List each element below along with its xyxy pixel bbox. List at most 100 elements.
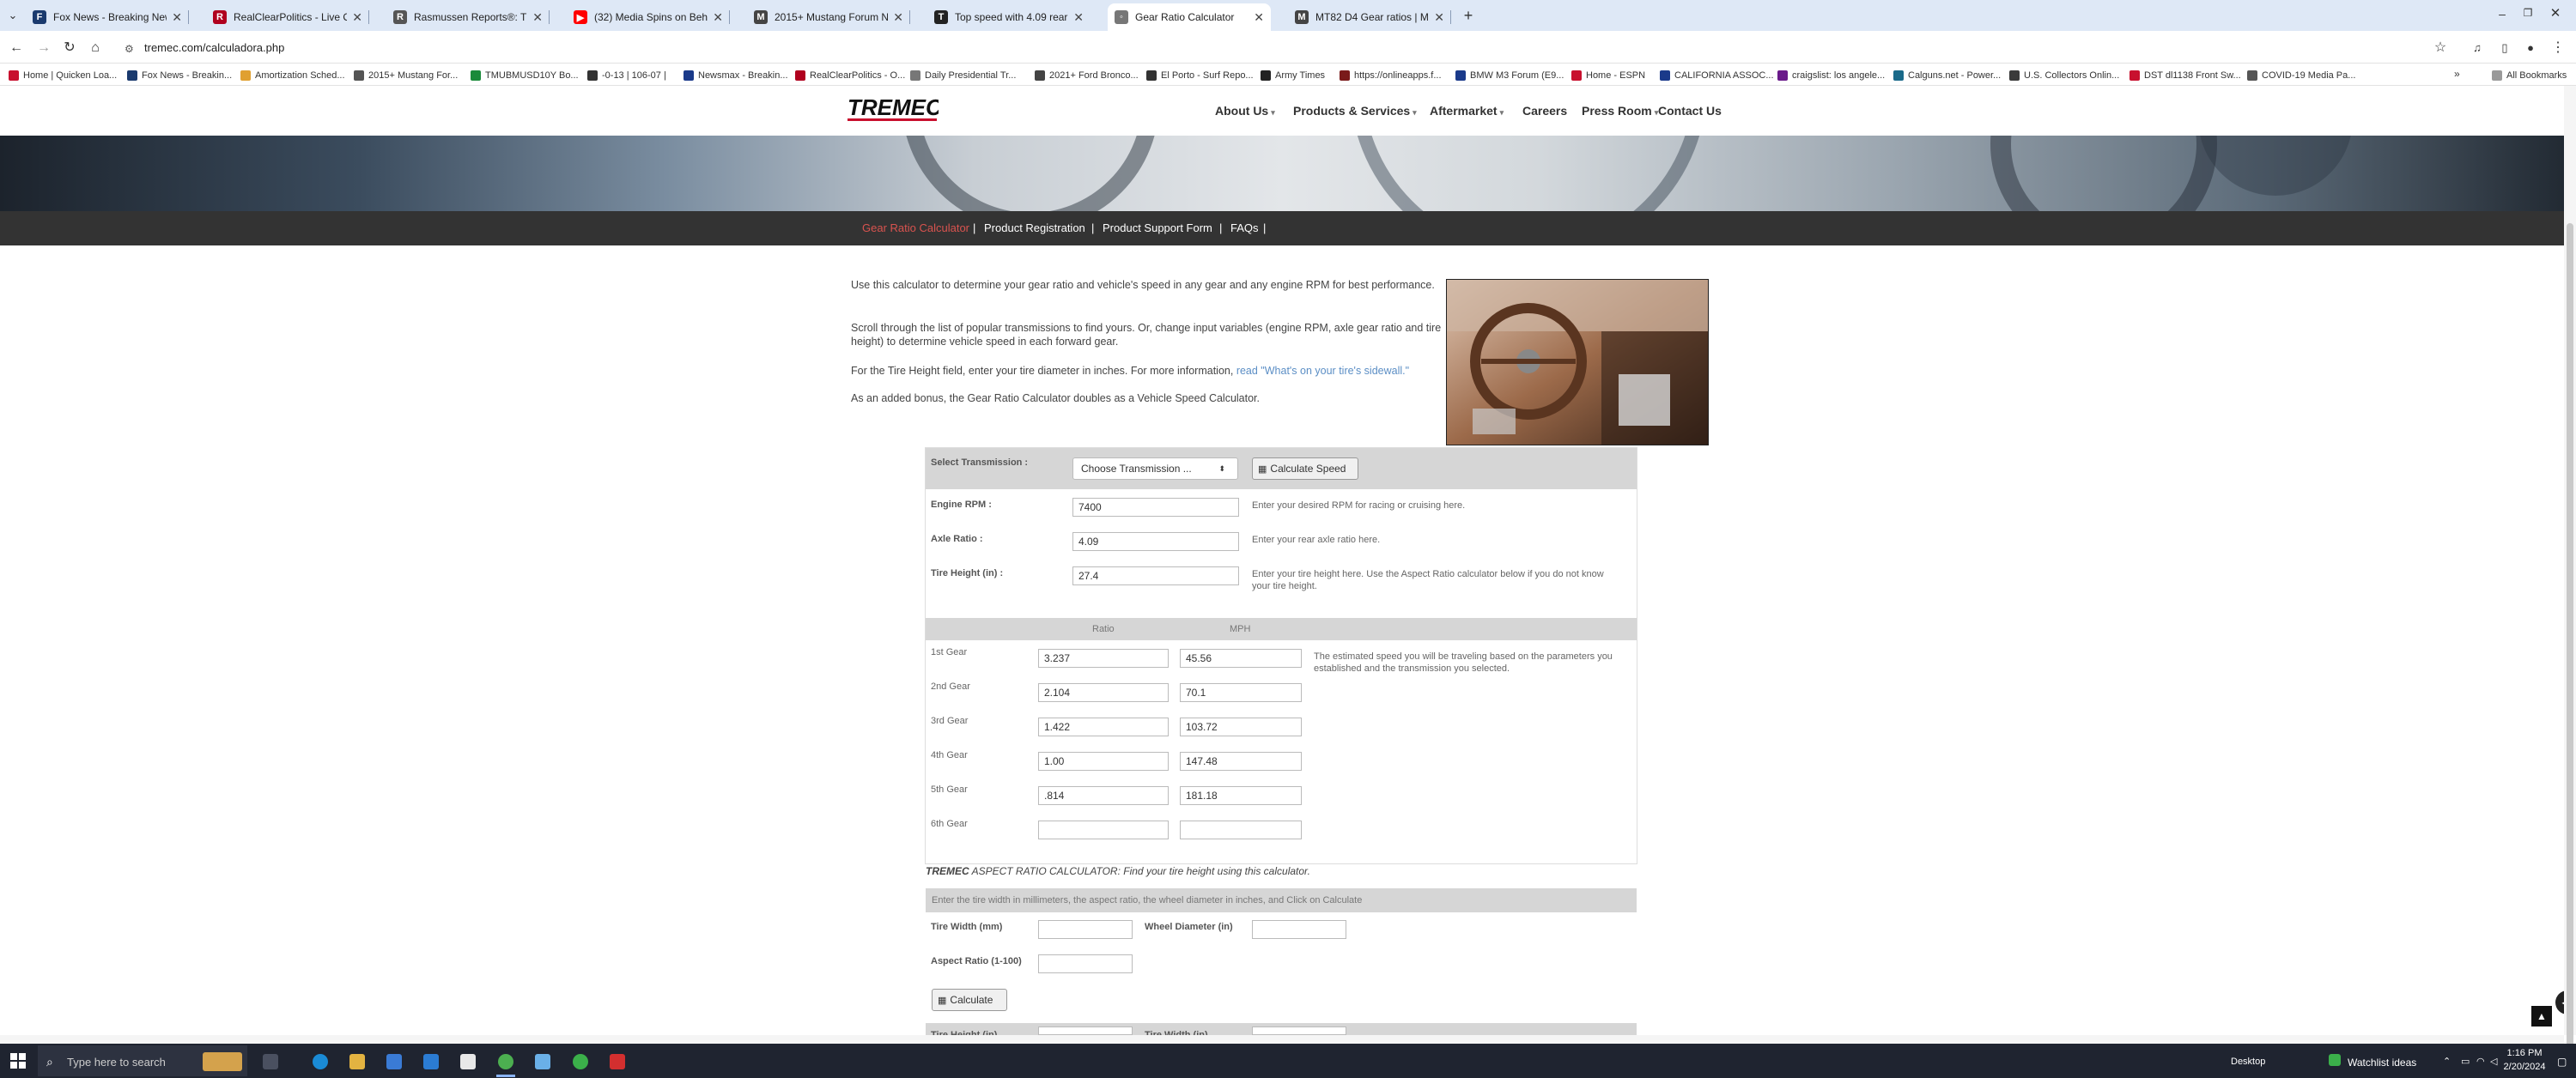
tab-close-icon[interactable]: ✕: [893, 10, 903, 25]
browser-tab[interactable]: ◦ Gear Ratio Calculator ✕: [1108, 3, 1271, 31]
subnav-link[interactable]: FAQs: [1230, 221, 1259, 234]
tire-width-input[interactable]: [1038, 920, 1133, 939]
gear-ratio-input[interactable]: .814: [1038, 786, 1169, 805]
bookmark-item[interactable]: Home | Quicken Loa...: [9, 68, 117, 83]
maximize-button[interactable]: ❐: [2519, 7, 2537, 24]
bookmark-item[interactable]: U.S. Collectors Onlin...: [2009, 68, 2119, 83]
media-control-icon[interactable]: ♫: [2468, 39, 2487, 58]
bookmark-item[interactable]: RealClearPolitics - O...: [795, 68, 905, 83]
forward-arrow-icon[interactable]: →: [34, 39, 53, 58]
sidewall-link[interactable]: read "What's on your tire's sidewall.": [1236, 365, 1409, 377]
bookmark-item[interactable]: Calguns.net - Power...: [1893, 68, 2001, 83]
nav-item[interactable]: Press Room ▾: [1582, 104, 1658, 118]
subnav-link[interactable]: Product Registration: [984, 221, 1085, 234]
bookmark-item[interactable]: 2015+ Mustang For...: [354, 68, 458, 83]
gear-ratio-input[interactable]: [1038, 821, 1169, 839]
clock-date[interactable]: 2/20/2024: [2499, 1062, 2550, 1072]
messaging-icon[interactable]: [573, 1054, 588, 1069]
tab-close-icon[interactable]: ✕: [352, 10, 362, 25]
scrollbar-thumb[interactable]: [2567, 223, 2573, 1078]
nav-item[interactable]: Aftermarket ▾: [1430, 104, 1504, 118]
bookmark-item[interactable]: Home - ESPN: [1571, 68, 1645, 83]
browser-menu-icon[interactable]: ⋮: [2549, 39, 2567, 58]
bookmark-item[interactable]: 2021+ Ford Bronco...: [1035, 68, 1139, 83]
wifi-icon[interactable]: ◠: [2476, 1056, 2485, 1067]
horizontal-scrollbar[interactable]: [0, 1035, 2564, 1044]
calculate-speed-button[interactable]: ▦ Calculate Speed: [1252, 457, 1358, 480]
clock-time[interactable]: 1:16 PM: [2499, 1048, 2550, 1058]
bookmarks-overflow-icon[interactable]: »: [2454, 68, 2460, 80]
browser-tab[interactable]: R Rasmussen Reports®: The Mo ✕: [386, 3, 550, 31]
bookmark-item[interactable]: COVID-19 Media Pa...: [2247, 68, 2355, 83]
bookmark-item[interactable]: Army Times: [1261, 68, 1325, 83]
watchlist-label[interactable]: Watchlist ideas: [2348, 1057, 2416, 1069]
notification-icon[interactable]: ▢: [2557, 1056, 2567, 1068]
reload-icon[interactable]: ↻: [60, 39, 79, 58]
engine-rpm-input[interactable]: 7400: [1072, 498, 1239, 517]
browser-tab[interactable]: T Top speed with 4.09 rear gear a ✕: [927, 3, 1091, 31]
scroll-to-top-button[interactable]: ▲: [2531, 1006, 2552, 1027]
gear-ratio-input[interactable]: 1.00: [1038, 752, 1169, 771]
bookmark-item[interactable]: https://onlineapps.f...: [1340, 68, 1442, 83]
browser-tab[interactable]: F Fox News - Breaking News Upd ✕: [26, 3, 189, 31]
bookmark-star-icon[interactable]: ☆: [2431, 39, 2450, 58]
wheel-diameter-input[interactable]: [1252, 920, 1346, 939]
desktop-label[interactable]: Desktop: [2231, 1057, 2265, 1067]
home-icon[interactable]: ⌂: [86, 39, 105, 58]
axle-ratio-input[interactable]: 4.09: [1072, 532, 1239, 551]
tab-close-icon[interactable]: ✕: [713, 10, 723, 25]
browser-tab[interactable]: M 2015+ Mustang Forum News S ✕: [747, 3, 910, 31]
windows-start-icon[interactable]: [10, 1053, 26, 1069]
all-bookmarks-button[interactable]: All Bookmarks: [2492, 68, 2567, 83]
gear-ratio-input[interactable]: 1.422: [1038, 718, 1169, 736]
browser-tab[interactable]: M MT82 D4 Gear ratios | Mustang ✕: [1288, 3, 1451, 31]
gear-ratio-input[interactable]: 2.104: [1038, 683, 1169, 702]
bookmark-item[interactable]: BMW M3 Forum (E9...: [1455, 68, 1564, 83]
tremec-logo[interactable]: TREMEC: [846, 93, 943, 124]
chrome-icon[interactable]: [498, 1054, 513, 1069]
network-icon[interactable]: ▭: [2461, 1056, 2470, 1067]
file-explorer-icon[interactable]: [349, 1054, 365, 1069]
browser-tab[interactable]: ▶ (32) Media Spins on Behalf ✕: [567, 3, 730, 31]
store-icon[interactable]: [386, 1054, 402, 1069]
bookmark-item[interactable]: Amortization Sched...: [240, 68, 345, 83]
app-icon[interactable]: [460, 1054, 476, 1069]
tab-close-icon[interactable]: ✕: [172, 10, 182, 25]
nav-item[interactable]: Products & Services ▾: [1293, 104, 1417, 118]
transmission-select[interactable]: Choose Transmission ... ⬍: [1072, 457, 1238, 480]
bookmark-item[interactable]: Newsmax - Breakin...: [683, 68, 788, 83]
acrobat-icon[interactable]: [610, 1054, 625, 1069]
bookmark-item[interactable]: TMUBMUSD10Y Bo...: [471, 68, 579, 83]
tray-chevron-icon[interactable]: ⌃: [2443, 1056, 2451, 1067]
profile-avatar-icon[interactable]: ●: [2521, 39, 2540, 58]
bookmark-item[interactable]: CALIFORNIA ASSOC...: [1660, 68, 1774, 83]
tire-height-input[interactable]: 27.4: [1072, 566, 1239, 585]
new-tab-button[interactable]: +: [1460, 7, 1477, 24]
aspect-ratio-input[interactable]: [1038, 954, 1133, 973]
bookmark-item[interactable]: craigslist: los angele...: [1777, 68, 1885, 83]
tab-close-icon[interactable]: ✕: [1254, 10, 1264, 25]
gear-ratio-input[interactable]: 3.237: [1038, 649, 1169, 668]
mail-icon[interactable]: [423, 1054, 439, 1069]
address-bar[interactable]: tremec.com/calculadora.php: [127, 38, 2463, 58]
calculate-button[interactable]: ▦ Calculate: [932, 989, 1007, 1011]
volume-icon[interactable]: ◁: [2490, 1056, 2497, 1067]
vertical-scrollbar[interactable]: [2564, 86, 2576, 1078]
bookmark-item[interactable]: Daily Presidential Tr...: [910, 68, 1016, 83]
bookmark-item[interactable]: Fox News - Breakin...: [127, 68, 232, 83]
bookmark-item[interactable]: DST dl1138 Front Sw...: [2129, 68, 2241, 83]
tab-close-icon[interactable]: ✕: [1073, 10, 1084, 25]
nav-item[interactable]: Contact Us: [1658, 104, 1722, 118]
bookmark-item[interactable]: El Porto - Surf Repo...: [1146, 68, 1254, 83]
close-window-button[interactable]: ✕: [2547, 5, 2564, 22]
browser-tab[interactable]: R RealClearPolitics - Live Opinion ✕: [206, 3, 369, 31]
tab-close-icon[interactable]: ✕: [532, 10, 543, 25]
side-panel-icon[interactable]: ▯: [2495, 39, 2514, 58]
subnav-link[interactable]: Product Support Form: [1103, 221, 1212, 234]
back-arrow-icon[interactable]: ←: [7, 39, 26, 58]
tab-search-icon[interactable]: ⌄: [5, 9, 21, 24]
tab-close-icon[interactable]: ✕: [1434, 10, 1444, 25]
minimize-button[interactable]: –: [2494, 7, 2511, 24]
edge-icon[interactable]: [313, 1054, 328, 1069]
task-view-icon[interactable]: [263, 1054, 278, 1069]
